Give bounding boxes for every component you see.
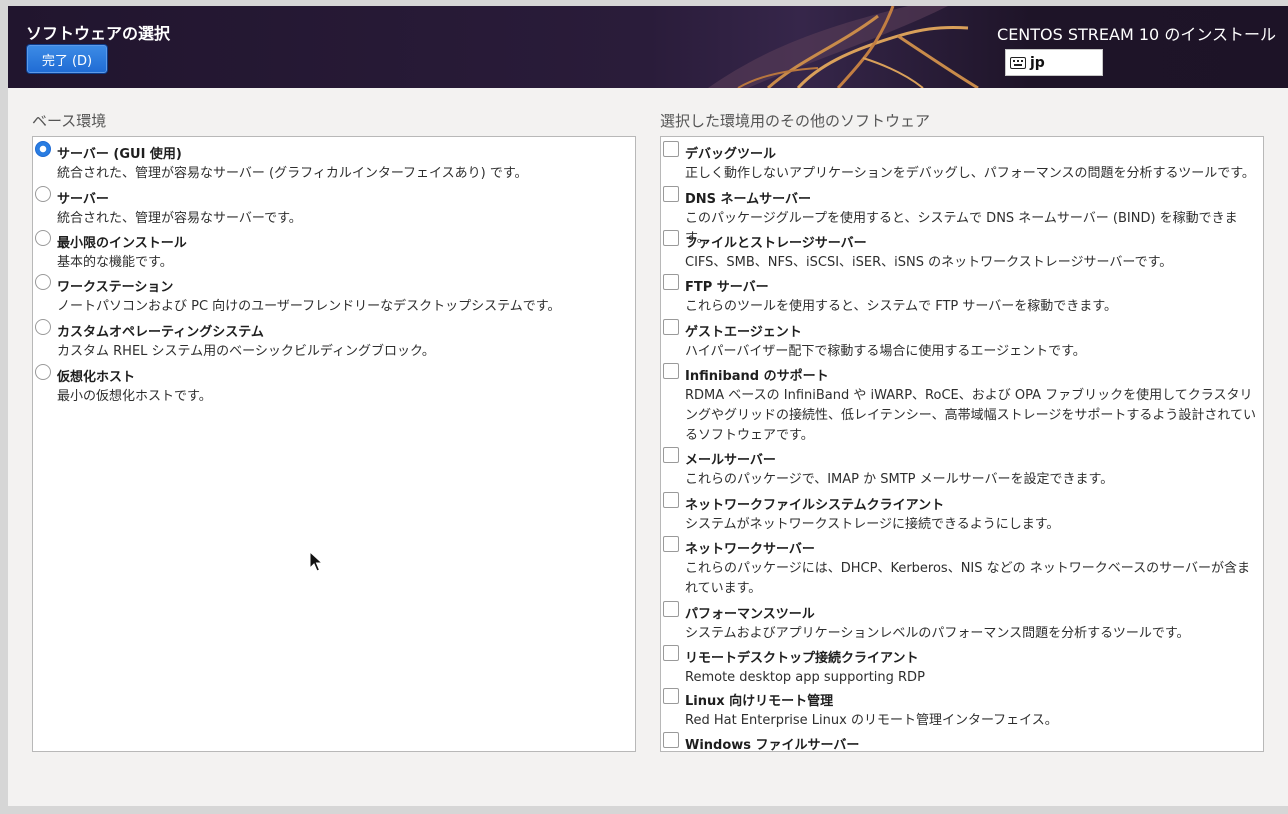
addon-description: システムがネットワークストレージに接続できるようにします。 xyxy=(685,517,1060,532)
addons-label: 選択した環境用のその他のソフトウェア xyxy=(660,112,931,130)
addons-list: デバッグツール正しく動作しないアプリケーションをデバッグし、パフォーマンスの問題… xyxy=(660,136,1264,752)
checkbox[interactable] xyxy=(663,186,679,202)
addon-name: リモートデスクトップ接続クライアント xyxy=(685,651,919,666)
base-env-option[interactable]: 最小限のインストール 基本的な機能です。 xyxy=(33,228,635,272)
checkbox[interactable] xyxy=(663,319,679,335)
keyboard-layout-indicator[interactable]: jp xyxy=(1005,49,1103,76)
base-env-description: 統合された、管理が容易なサーバー (グラフィカルインターフェイスあり) です。 xyxy=(57,166,528,181)
base-env-option[interactable]: サーバー (GUI 使用) 統合された、管理が容易なサーバー (グラフィカルインタ… xyxy=(33,139,635,183)
radio-button[interactable] xyxy=(35,230,51,246)
addon-name: ゲストエージェント xyxy=(685,325,802,340)
addon-name: デバッグツール xyxy=(685,147,777,162)
addon-description: RDMA ベースの InfiniBand や iWARP、RoCE、および OP… xyxy=(685,388,1256,443)
addon-description: Red Hat Enterprise Linux のリモート管理インターフェイス… xyxy=(685,713,1058,728)
base-env-name: カスタムオペレーティングシステム xyxy=(57,325,264,340)
addon-name: ネットワークサーバー xyxy=(685,542,815,557)
addon-name: Infiniband のサポート xyxy=(685,369,829,384)
addon-description: Remote desktop app supporting RDP xyxy=(685,670,925,685)
base-env-name: 仮想化ホスト xyxy=(57,370,136,385)
addon-description: これらのパッケージには、DHCP、Kerberos、NIS などの ネットワーク… xyxy=(685,561,1250,596)
radio-button[interactable] xyxy=(35,319,51,335)
base-env-option[interactable]: ワークステーションノートパソコンおよび PC 向けのユーザーフレンドリーなデスク… xyxy=(33,272,635,316)
checkbox[interactable] xyxy=(663,601,679,617)
checkbox[interactable] xyxy=(663,536,679,552)
keyboard-icon xyxy=(1010,56,1026,69)
addon-name: パフォーマンスツール xyxy=(685,607,815,622)
header-bar: ソフトウェアの選択 完了 (D) CENTOS STREAM 10 のインストー… xyxy=(8,6,1288,88)
checkbox[interactable] xyxy=(663,274,679,290)
addon-description: これらのパッケージで、IMAP か SMTP メールサーバーを設定できます。 xyxy=(685,472,1114,487)
base-environment-label: ベース環境 xyxy=(32,112,107,130)
installer-window: ソフトウェアの選択 完了 (D) CENTOS STREAM 10 のインストー… xyxy=(8,6,1288,806)
addon-description: CIFS、SMB、NFS、iSCSI、iSER、iSNS のネットワークストレー… xyxy=(685,255,1173,270)
base-environment-list: サーバー (GUI 使用) 統合された、管理が容易なサーバー (グラフィカルインタ… xyxy=(32,136,636,752)
base-env-description: カスタム RHEL システム用のベーシックビルディングブロック。 xyxy=(57,344,435,359)
addon-name: メールサーバー xyxy=(685,453,776,468)
addon-description: ハイパーバイザー配下で稼動する場合に使用するエージェントです。 xyxy=(685,344,1086,359)
base-env-name: 最小限のインストール xyxy=(57,236,187,251)
radio-button[interactable] xyxy=(35,364,51,380)
base-env-option[interactable]: サーバー統合された、管理が容易なサーバーです。 xyxy=(33,184,635,228)
base-env-option[interactable]: 仮想化ホスト最小の仮想化ホストです。 xyxy=(33,362,635,406)
base-env-option[interactable]: カスタムオペレーティングシステムカスタム RHEL システム用のベーシックビルデ… xyxy=(33,317,635,361)
checkbox[interactable] xyxy=(663,688,679,704)
addon-description: 正しく動作しないアプリケーションをデバッグし、パフォーマンスの問題を分析するツー… xyxy=(685,166,1255,181)
checkbox[interactable] xyxy=(663,492,679,508)
addon-name: DNS ネームサーバー xyxy=(685,192,812,207)
base-env-description: 基本的な機能です。 xyxy=(57,255,173,270)
radio-button[interactable] xyxy=(35,274,51,290)
checkbox[interactable] xyxy=(663,141,679,157)
checkbox[interactable] xyxy=(663,645,679,661)
checkbox[interactable] xyxy=(663,732,679,748)
base-env-name: ワークステーション xyxy=(57,280,174,295)
radio-button[interactable] xyxy=(35,186,51,202)
checkbox[interactable] xyxy=(663,447,679,463)
addon-name: Windows ファイルサーバー xyxy=(685,738,860,752)
radio-button[interactable] xyxy=(35,141,51,157)
header-decoration-art xyxy=(708,6,979,88)
base-env-description: 統合された、管理が容易なサーバーです。 xyxy=(57,211,302,226)
addon-description: これらのツールを使用すると、システムで FTP サーバーを稼動できます。 xyxy=(685,299,1117,314)
mouse-pointer-icon xyxy=(309,551,323,572)
keyboard-layout-label: jp xyxy=(1030,54,1045,71)
addon-name: FTP サーバー xyxy=(685,280,769,295)
addon-name: ネットワークファイルシステムクライアント xyxy=(685,498,945,513)
base-env-name: サーバー (GUI 使用) xyxy=(57,147,182,162)
addon-description: システムおよびアプリケーションレベルのパフォーマンス問題を分析するツールです。 xyxy=(685,626,1190,641)
product-title: CENTOS STREAM 10 のインストール xyxy=(997,25,1276,44)
base-env-description: ノートパソコンおよび PC 向けのユーザーフレンドリーなデスクトップシステムです… xyxy=(57,299,561,314)
addon-name: Linux 向けリモート管理 xyxy=(685,694,834,709)
checkbox[interactable] xyxy=(663,363,679,379)
checkbox[interactable] xyxy=(663,230,679,246)
base-env-description: 最小の仮想化ホストです。 xyxy=(57,389,212,404)
addon-name: ファイルとストレージサーバー xyxy=(685,236,867,251)
done-button[interactable]: 完了 (D) xyxy=(26,44,108,74)
base-env-name: サーバー xyxy=(57,192,109,207)
spoke-title: ソフトウェアの選択 xyxy=(26,24,171,43)
